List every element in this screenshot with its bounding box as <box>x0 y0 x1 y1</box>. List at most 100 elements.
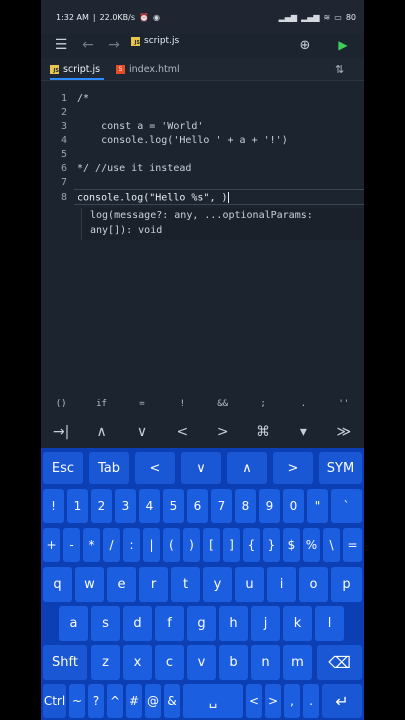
dropdown-icon[interactable]: ▾ <box>283 420 323 444</box>
key[interactable]: z <box>91 645 120 680</box>
key[interactable]: : <box>123 528 140 562</box>
symbol-key[interactable]: ; <box>243 394 283 414</box>
key[interactable]: h <box>219 606 248 641</box>
key[interactable]: % <box>303 528 320 562</box>
key[interactable]: 8 <box>235 489 256 523</box>
symbol-key[interactable]: = <box>122 394 162 414</box>
key[interactable]: ? <box>88 684 104 718</box>
chevron-up-icon[interactable]: ∧ <box>81 420 121 444</box>
key[interactable]: } <box>263 528 280 562</box>
key[interactable]: i <box>267 567 296 602</box>
code-editor[interactable]: 1 2 3 4 5 6 7 8 /* const a = 'World' con… <box>41 86 364 386</box>
symbol-key[interactable]: ! <box>162 394 202 414</box>
tab-indent-icon[interactable]: →| <box>41 420 81 444</box>
key[interactable]: b <box>219 645 248 680</box>
key[interactable]: | <box>143 528 160 562</box>
sort-icon[interactable]: ⇅ <box>335 58 344 80</box>
key[interactable]: + <box>43 528 60 562</box>
key[interactable]: 5 <box>163 489 184 523</box>
ctrl-key[interactable]: Ctrl <box>43 684 66 718</box>
command-icon[interactable]: ⌘ <box>243 420 283 444</box>
key[interactable]: = <box>343 528 362 562</box>
key[interactable]: ! <box>43 489 64 523</box>
search-icon[interactable]: ⊕ <box>295 34 315 56</box>
space-key[interactable]: ␣ <box>183 684 243 718</box>
key[interactable]: n <box>251 645 280 680</box>
key[interactable]: w <box>75 567 104 602</box>
key[interactable]: # <box>126 684 142 718</box>
key[interactable]: " <box>307 489 328 523</box>
chevron-right-icon[interactable]: > <box>203 420 243 444</box>
key[interactable]: @ <box>145 684 161 718</box>
back-arrow-icon[interactable]: ← <box>78 34 98 56</box>
chevron-left-icon[interactable]: < <box>162 420 202 444</box>
arrow-down-key[interactable]: ∨ <box>181 452 221 484</box>
key[interactable]: c <box>155 645 184 680</box>
key[interactable]: o <box>299 567 328 602</box>
symbol-key[interactable]: '' <box>324 394 364 414</box>
key[interactable]: p <box>331 567 362 602</box>
key[interactable]: 4 <box>139 489 160 523</box>
key[interactable]: r <box>139 567 168 602</box>
tab-script-js[interactable]: JS script.js <box>50 58 105 80</box>
key[interactable]: , <box>284 684 300 718</box>
arrow-up-key[interactable]: ∧ <box>227 452 267 484</box>
menu-icon[interactable]: ☰ <box>51 34 71 56</box>
key[interactable]: u <box>235 567 264 602</box>
tab-key[interactable]: Tab <box>89 452 129 484</box>
key[interactable]: e <box>107 567 136 602</box>
key[interactable]: [ <box>203 528 220 562</box>
key[interactable]: 1 <box>67 489 88 523</box>
key[interactable]: q <box>43 567 72 602</box>
key[interactable]: . <box>303 684 319 718</box>
key[interactable]: > <box>265 684 281 718</box>
key[interactable]: j <box>251 606 280 641</box>
key[interactable]: { <box>243 528 260 562</box>
key[interactable]: - <box>63 528 80 562</box>
key[interactable]: k <box>283 606 312 641</box>
key[interactable]: d <box>123 606 152 641</box>
key[interactable]: t <box>171 567 200 602</box>
key[interactable]: ` <box>331 489 362 523</box>
key[interactable]: * <box>83 528 100 562</box>
key[interactable]: 7 <box>211 489 232 523</box>
key[interactable]: a <box>59 606 88 641</box>
key[interactable]: / <box>103 528 120 562</box>
key[interactable]: 9 <box>259 489 280 523</box>
key[interactable]: v <box>187 645 216 680</box>
key[interactable]: ) <box>183 528 200 562</box>
key[interactable]: & <box>164 684 180 718</box>
arrow-right-key[interactable]: > <box>273 452 313 484</box>
key[interactable]: 6 <box>187 489 208 523</box>
key[interactable]: 3 <box>115 489 136 523</box>
key[interactable]: 0 <box>283 489 304 523</box>
symbol-key[interactable]: && <box>203 394 243 414</box>
double-chevron-right-icon[interactable]: ≫ <box>324 420 364 444</box>
chevron-down-icon[interactable]: ∨ <box>122 420 162 444</box>
shift-key[interactable]: Shft <box>43 645 87 680</box>
run-icon[interactable]: ▶ <box>333 34 353 56</box>
key[interactable]: < <box>246 684 262 718</box>
sym-key[interactable]: SYM <box>319 452 362 484</box>
esc-key[interactable]: Esc <box>43 452 83 484</box>
key[interactable]: \ <box>323 528 340 562</box>
arrow-left-key[interactable]: < <box>135 452 175 484</box>
tab-index-html[interactable]: 5 index.html <box>116 58 180 80</box>
backspace-key[interactable]: ⌫ <box>317 645 362 680</box>
symbol-key[interactable]: if <box>81 394 121 414</box>
key[interactable]: x <box>123 645 152 680</box>
key[interactable]: m <box>283 645 312 680</box>
key[interactable]: s <box>91 606 120 641</box>
enter-key[interactable]: ↵ <box>322 684 362 718</box>
key[interactable]: g <box>187 606 216 641</box>
key[interactable]: ^ <box>107 684 123 718</box>
symbol-key[interactable]: () <box>41 394 81 414</box>
key[interactable]: l <box>315 606 344 641</box>
key[interactable]: ( <box>163 528 180 562</box>
key[interactable]: ~ <box>69 684 85 718</box>
key[interactable]: ] <box>223 528 240 562</box>
symbol-key[interactable]: . <box>283 394 323 414</box>
forward-arrow-icon[interactable]: → <box>104 34 124 56</box>
key[interactable]: 2 <box>91 489 112 523</box>
key[interactable]: y <box>203 567 232 602</box>
